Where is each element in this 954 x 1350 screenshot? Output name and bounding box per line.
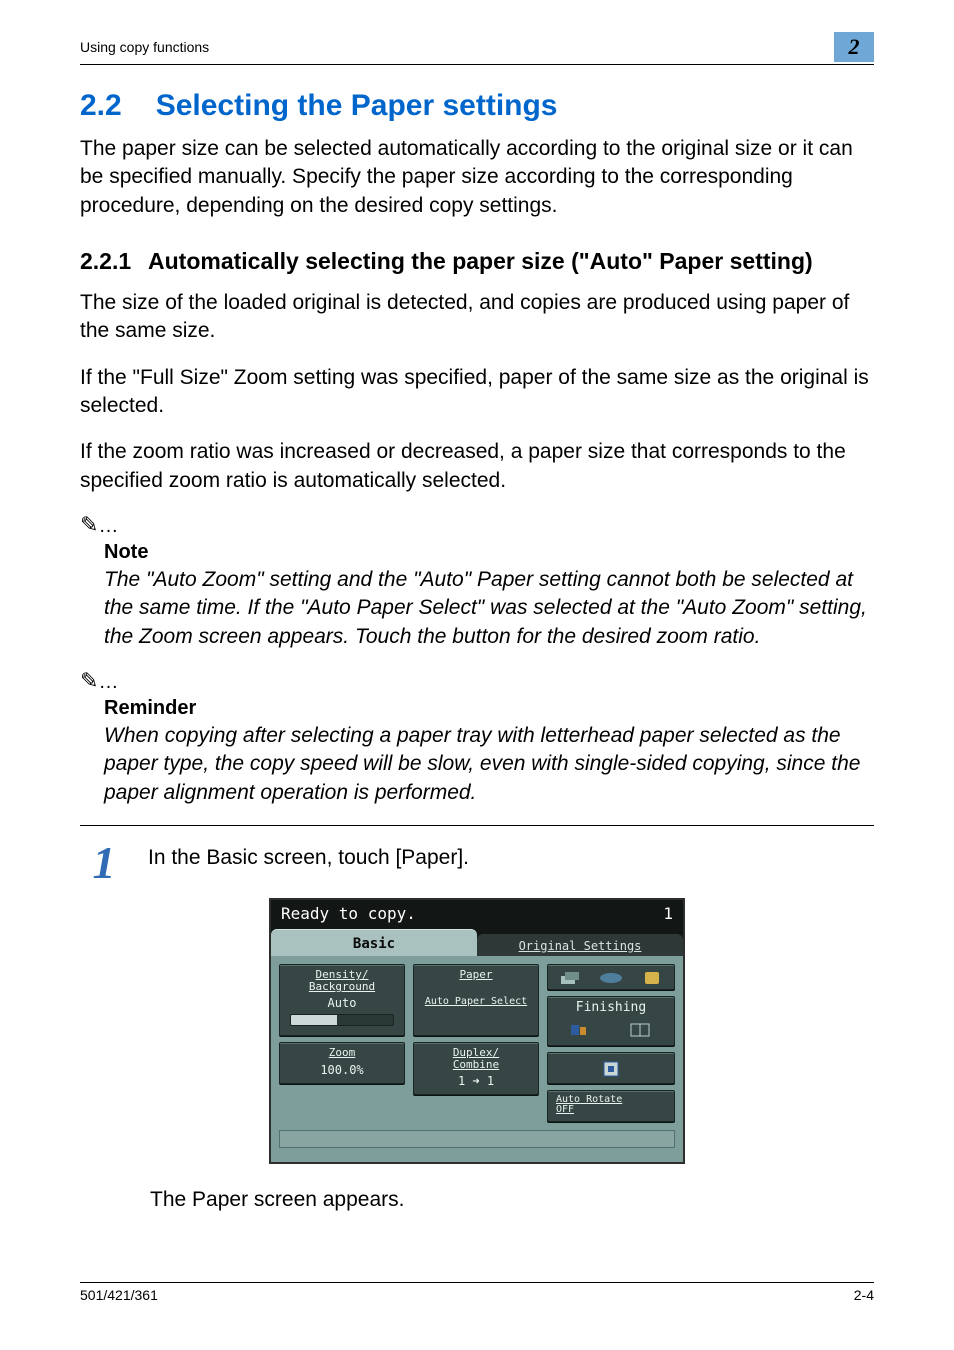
tab-original-settings[interactable]: Original Settings: [477, 934, 683, 957]
section-number: 2.2: [80, 89, 122, 123]
tab-basic[interactable]: Basic: [271, 929, 477, 956]
bottom-bar: [279, 1130, 675, 1148]
reminder-icon: ✎…: [80, 669, 874, 693]
auto-rotate-label: Auto Rotate OFF: [552, 1095, 670, 1115]
density-title: Density/ Background: [284, 969, 400, 992]
subsection-p1: The size of the loaded original is detec…: [80, 289, 874, 346]
copy-count: 1: [663, 904, 673, 923]
output-icon-row: [547, 1052, 675, 1084]
subsection-number: 2.2.1: [80, 248, 148, 275]
copier-screen: Ready to copy. 1 Basic Original Settings…: [269, 898, 685, 1164]
note-body: The "Auto Zoom" setting and the "Auto" P…: [104, 566, 874, 651]
section-heading: 2.2 Selecting the Paper settings: [80, 89, 874, 123]
running-title: Using copy functions: [80, 39, 209, 55]
section-title: Selecting the Paper settings: [156, 89, 558, 122]
subsection-p2: If the "Full Size" Zoom setting was spec…: [80, 364, 874, 421]
note-icon: ✎…: [80, 513, 874, 537]
footer-left: 501/421/361: [80, 1287, 158, 1303]
booklet-icon: [629, 1022, 653, 1038]
finishing-mode-row: [547, 964, 675, 990]
subsection-heading: 2.2.1 Automatically selecting the paper …: [80, 248, 874, 275]
chapter-number-badge: 2: [834, 32, 874, 62]
note-block: ✎… Note The "Auto Zoom" setting and the …: [80, 513, 874, 651]
paper-title: Paper: [418, 969, 534, 981]
density-value: Auto: [284, 996, 400, 1010]
stack-icon: [559, 970, 581, 986]
staple-icon: [598, 970, 624, 986]
footer-right: 2-4: [854, 1287, 874, 1303]
output-tray-icon: [600, 1060, 622, 1078]
duplex-title: Duplex/ Combine: [418, 1047, 534, 1070]
status-text: Ready to copy.: [281, 904, 416, 923]
reminder-body: When copying after selecting a paper tra…: [104, 722, 874, 807]
auto-rotate-button[interactable]: Auto Rotate OFF: [547, 1090, 675, 1122]
zoom-button[interactable]: Zoom 100.0%: [279, 1042, 405, 1084]
pages-icon: [570, 1022, 594, 1038]
finishing-button[interactable]: Finishing: [547, 996, 675, 1046]
step-text: In the Basic screen, touch [Paper].: [128, 840, 469, 870]
reminder-label: Reminder: [104, 697, 874, 720]
subsection-p3: If the zoom ratio was increased or decre…: [80, 438, 874, 495]
duplex-button[interactable]: Duplex/ Combine 1 ➜ 1: [413, 1042, 539, 1095]
paper-subline: Auto Paper Select: [425, 996, 527, 1007]
finishing-title: Finishing: [552, 1001, 670, 1015]
section-intro: The paper size can be selected automatic…: [80, 135, 874, 220]
note-label: Note: [104, 541, 874, 564]
paper-button[interactable]: Paper Auto Paper Select: [413, 964, 539, 1036]
zoom-value: 100.0%: [284, 1063, 400, 1077]
punch-icon: [641, 970, 663, 986]
zoom-title: Zoom: [284, 1047, 400, 1059]
step-number: 1: [80, 840, 128, 886]
duplex-value: 1 ➜ 1: [418, 1074, 534, 1088]
reminder-block: ✎… Reminder When copying after selecting…: [80, 669, 874, 807]
step-result: The Paper screen appears.: [150, 1188, 874, 1212]
density-button[interactable]: Density/ Background Auto: [279, 964, 405, 1036]
subsection-title: Automatically selecting the paper size (…: [148, 248, 874, 275]
density-meter-icon: [290, 1014, 394, 1026]
